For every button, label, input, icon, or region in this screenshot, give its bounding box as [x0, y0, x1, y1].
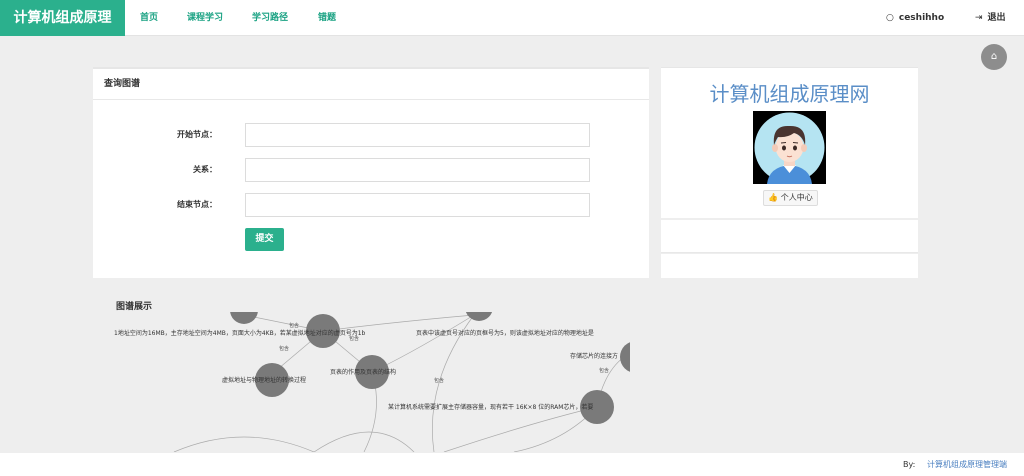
- query-panel-title: 查询图谱: [93, 69, 649, 100]
- edge-label: 包含: [279, 345, 289, 352]
- nav-link-learning-path[interactable]: 学习路径: [252, 0, 288, 36]
- home-icon: ⌂: [990, 51, 998, 62]
- nav-link-home[interactable]: 首页: [140, 0, 158, 36]
- footer-by: By:: [903, 460, 916, 469]
- graph-edge: [173, 436, 315, 452]
- graph-node-label: 某计算机系统需要扩展主存储器容量，现有若干 16K×8 位的RAM芯片，若要: [388, 403, 593, 411]
- top-navbar: 计算机组成原理 首页 课程学习 学习路径 错题 ○ ceshihho ⇥ 退出: [0, 0, 1024, 36]
- logout-label: 退出: [987, 13, 1006, 23]
- submit-button[interactable]: 提交: [245, 228, 284, 251]
- query-graph-panel: 查询图谱 开始节点： 关系： 结束节点： 提交: [93, 67, 649, 278]
- user-center-button[interactable]: 👍 个人中心: [763, 190, 818, 206]
- edge-label: 包含: [434, 377, 444, 384]
- thumbs-up-icon: 👍: [768, 193, 779, 202]
- relation-row: 关系：: [93, 158, 649, 182]
- relation-label: 关系：: [193, 165, 217, 174]
- username: ceshihho: [898, 13, 945, 23]
- start-node-input[interactable]: [245, 123, 590, 147]
- graph-title: 图谱展示: [116, 302, 153, 312]
- nav-link-courses[interactable]: 课程学习: [187, 0, 223, 36]
- footer: By: 计算机组成原理管理端: [0, 453, 1024, 476]
- home-icon-button[interactable]: ⌂: [981, 44, 1007, 70]
- start-node-row: 开始节点：: [93, 123, 649, 147]
- graph-edge: [313, 431, 415, 452]
- graph-node[interactable]: [465, 312, 493, 321]
- graph-node-label: 1地址空间为16MB，主存地址空间为4MB，页面大小为4KB，若某虚拟地址对应的…: [114, 329, 366, 337]
- side-box-upper: [661, 220, 918, 253]
- end-node-label: 结束节点：: [177, 200, 217, 209]
- graph-node-label: 存储芯片的连接方: [570, 352, 618, 360]
- end-node-input[interactable]: [245, 193, 590, 217]
- user-circle-icon: ○: [886, 13, 894, 23]
- start-node-label: 开始节点：: [177, 130, 217, 139]
- knowledge-graph[interactable]: 包含 包含 包含 包含 包含 1地址空间为16MB，主存地址空间为4MB，页面大…: [114, 312, 630, 452]
- avatar: [753, 111, 826, 184]
- profile-panel: 计算机组成原理网 👍 个人中心: [661, 67, 918, 218]
- relation-input[interactable]: [245, 158, 590, 182]
- graph-edge: [443, 406, 598, 452]
- graph-node-label: 页表中该虚页号对应的页框号为5，则该虚拟地址对应的物理地址是: [416, 329, 594, 337]
- graph-node-label: 虚拟地址与物理地址的转换过程: [222, 376, 306, 384]
- user-menu[interactable]: ○ ceshihho: [886, 0, 944, 36]
- user-center-label: 个人中心: [780, 193, 813, 202]
- edge-label: 包含: [599, 367, 609, 374]
- graph-node[interactable]: [230, 312, 258, 324]
- edge-label: 包含: [289, 322, 299, 329]
- admin-link[interactable]: 计算机组成原理管理端: [927, 453, 1007, 476]
- side-box-lower: [661, 254, 918, 278]
- site-name: 计算机组成原理网: [709, 82, 870, 106]
- graph-node[interactable]: [620, 341, 630, 373]
- sign-out-icon: ⇥: [975, 13, 983, 23]
- brand-logo[interactable]: 计算机组成原理: [0, 0, 125, 36]
- logout-link[interactable]: ⇥ 退出: [975, 0, 1006, 36]
- nav-link-mistakes[interactable]: 错题: [318, 0, 336, 36]
- end-node-row: 结束节点：: [93, 193, 649, 217]
- graph-node-label: 页表的作用及页表的结构: [330, 368, 396, 376]
